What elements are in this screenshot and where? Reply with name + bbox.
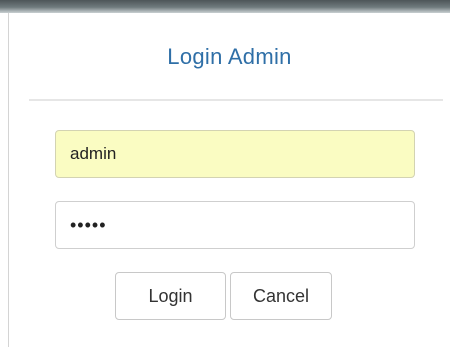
cancel-button[interactable]: Cancel [230, 272, 332, 320]
dialog-title: Login Admin [167, 44, 292, 69]
password-input[interactable] [55, 201, 415, 249]
header-divider [29, 99, 443, 101]
login-button[interactable]: Login [115, 272, 226, 320]
window-top-edge [0, 0, 450, 13]
login-dialog: Login Admin Login Cancel [9, 13, 450, 347]
username-input[interactable] [55, 130, 415, 178]
